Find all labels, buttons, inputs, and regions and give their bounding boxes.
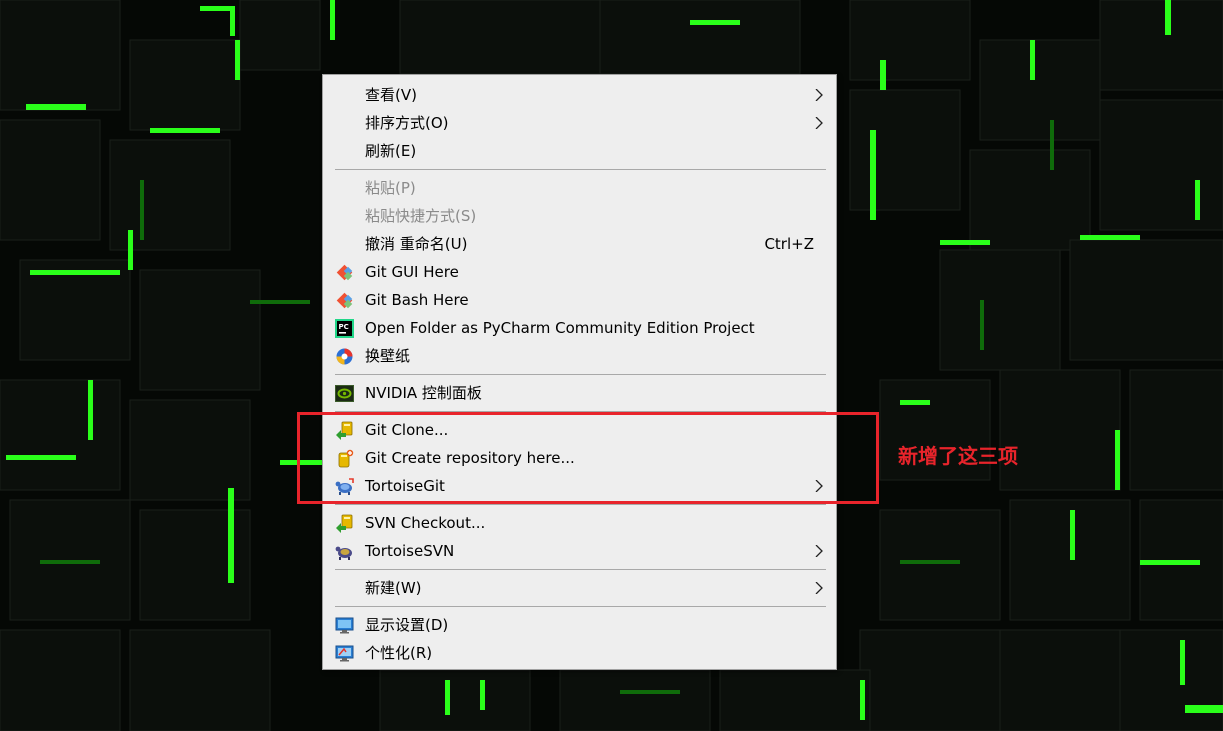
menu-item-nvidia-control-panel[interactable]: NVIDIA 控制面板 (323, 379, 836, 407)
menu-item-open-pycharm[interactable]: PC Open Folder as PyCharm Community Edit… (323, 314, 836, 342)
menu-separator (335, 504, 826, 505)
menu-item-new[interactable]: 新建(W) (323, 574, 836, 602)
menu-item-label: Open Folder as PyCharm Community Edition… (365, 319, 755, 337)
display-settings-icon (335, 617, 354, 634)
menu-item-label: Git Bash Here (365, 291, 469, 309)
menu-item-git-bash-here[interactable]: Git Bash Here (323, 286, 836, 314)
menu-item-personalize[interactable]: 个性化(R) (323, 639, 836, 667)
menu-item-label: 粘贴快捷方式(S) (365, 207, 477, 225)
menu-item-label: 粘贴(P) (365, 179, 416, 197)
menu-separator (335, 374, 826, 375)
nvidia-icon (335, 385, 354, 402)
menu-item-label: 新建(W) (365, 579, 422, 597)
menu-separator (335, 169, 826, 170)
git-bash-icon (336, 292, 353, 309)
menu-item-undo-rename[interactable]: 撤消 重命名(U) Ctrl+Z (323, 230, 836, 258)
svg-text:PC: PC (339, 323, 349, 331)
svn-checkout-icon (336, 514, 353, 533)
menu-item-view[interactable]: 查看(V) (323, 81, 836, 109)
highlight-box (297, 412, 879, 504)
menu-item-paste: 粘贴(P) (323, 174, 836, 202)
menu-item-label: TortoiseSVN (365, 542, 455, 560)
chevron-right-icon (815, 582, 823, 594)
personalize-icon (335, 645, 354, 662)
menu-item-change-wallpaper[interactable]: 换壁纸 (323, 342, 836, 370)
menu-item-svn-checkout[interactable]: SVN Checkout... (323, 509, 836, 537)
menu-item-sort-by[interactable]: 排序方式(O) (323, 109, 836, 137)
menu-item-label: 查看(V) (365, 86, 417, 104)
wallpaper-icon (336, 348, 353, 365)
pycharm-icon: PC (335, 319, 354, 338)
chevron-right-icon (815, 545, 823, 557)
menu-item-label: 撤消 重命名(U) (365, 235, 468, 253)
menu-item-label: NVIDIA 控制面板 (365, 384, 482, 402)
menu-item-git-gui-here[interactable]: Git GUI Here (323, 258, 836, 286)
menu-item-paste-shortcut: 粘贴快捷方式(S) (323, 202, 836, 230)
chevron-right-icon (815, 89, 823, 101)
annotation-text: 新增了这三项 (898, 444, 1018, 468)
menu-item-label: 显示设置(D) (365, 616, 449, 634)
menu-item-label: 排序方式(O) (365, 114, 449, 132)
menu-item-tortoisesvn[interactable]: TortoiseSVN (323, 537, 836, 565)
menu-item-label: 换壁纸 (365, 347, 411, 365)
menu-item-shortcut: Ctrl+Z (764, 235, 814, 253)
menu-item-refresh[interactable]: 刷新(E) (323, 137, 836, 165)
git-gui-icon (336, 264, 353, 281)
menu-item-display-settings[interactable]: 显示设置(D) (323, 611, 836, 639)
menu-item-label: Git GUI Here (365, 263, 459, 281)
menu-item-label: SVN Checkout... (365, 514, 486, 532)
chevron-right-icon (815, 117, 823, 129)
menu-item-label: 刷新(E) (365, 142, 417, 160)
context-menu: 查看(V) 排序方式(O) 刷新(E) 粘贴(P) 粘贴快捷方式(S) 撤消 重… (322, 74, 837, 670)
menu-separator (335, 606, 826, 607)
menu-item-label: 个性化(R) (365, 644, 433, 662)
tortoisesvn-icon (335, 546, 352, 560)
menu-separator (335, 569, 826, 570)
